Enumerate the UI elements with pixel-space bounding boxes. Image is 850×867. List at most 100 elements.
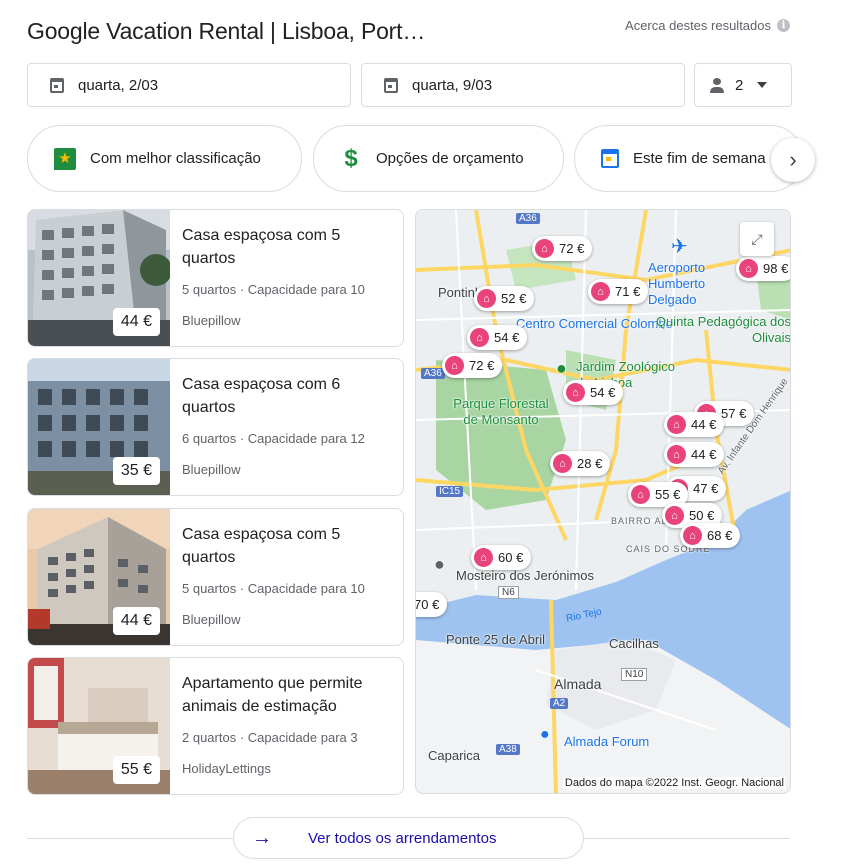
house-icon: ⌂ <box>477 289 496 308</box>
listing-card[interactable]: 35 € Casa espaçosa com 6 quartos 6 quart… <box>27 358 404 496</box>
house-icon: ⌂ <box>631 485 650 504</box>
listing-photo: 44 € <box>28 210 172 346</box>
house-icon: ⌂ <box>470 328 489 347</box>
map-price-pin[interactable]: ⌂ 44 € <box>664 412 725 437</box>
listing-card[interactable]: 44 € Casa espaçosa com 5 quartos 5 quart… <box>27 508 404 646</box>
map-pin-price: 54 € <box>494 330 520 345</box>
map-pin-price: 44 € <box>691 417 717 432</box>
map-label-jeronimos: Mosteiro dos Jerónimos <box>456 568 594 583</box>
calendar-icon <box>50 77 64 93</box>
map-price-pin[interactable]: ⌂ 44 € <box>664 442 725 467</box>
map-price-pin[interactable]: ⌂ 54 € <box>563 380 624 405</box>
map-price-pin[interactable]: ⌂ 71 € <box>588 279 649 304</box>
listing-provider: Bluepillow <box>182 462 241 477</box>
map-label-almada: Almada <box>554 676 602 692</box>
map-pin-price: 72 € <box>559 241 585 256</box>
map-price-pin[interactable]: ⌂ 98 € <box>736 256 790 281</box>
road-shield: A2 <box>550 698 569 709</box>
checkout-date-field[interactable]: quarta, 9/03 <box>361 63 685 107</box>
house-icon: ⌂ <box>566 383 585 402</box>
house-icon: ⌂ <box>445 356 464 375</box>
road-shield: A38 <box>496 744 520 755</box>
guests-dropdown[interactable]: 2 <box>694 63 792 107</box>
chip-label: Com melhor classificação <box>90 150 261 167</box>
map-price-pin[interactable]: ⌂ 54 € <box>467 325 528 350</box>
map-pin-price: 44 € <box>691 447 717 462</box>
map-pin-price: 57 € <box>721 406 747 421</box>
arrow-right-icon: → <box>252 826 272 849</box>
airport-icon: ✈ <box>671 236 688 258</box>
road-shield: N10 <box>621 668 648 681</box>
listing-card[interactable]: 55 € Apartamento que permite animais de … <box>27 657 404 795</box>
map-price-pin[interactable]: ⌂ 72 € <box>442 353 503 378</box>
map-pin-price: 52 € <box>501 291 527 306</box>
map-price-pin[interactable]: ⌂ 28 € <box>550 451 611 476</box>
checkin-date-field[interactable]: quarta, 2/03 <box>27 63 351 107</box>
listing-name[interactable]: Casa espaçosa com 5 quartos <box>182 523 391 569</box>
info-icon[interactable]: i <box>777 19 790 32</box>
checkin-date-value: quarta, 2/03 <box>78 76 159 94</box>
listing-photo: 55 € <box>28 658 170 794</box>
chip-budget[interactable]: $ Opções de orçamento <box>313 125 564 192</box>
about-results-link[interactable]: Acerca destes resultados i <box>625 18 790 33</box>
listing-name[interactable]: Casa espaçosa com 6 quartos <box>182 373 391 419</box>
map-label-quinta: Quinta Pedagógica dos Olivais <box>655 314 791 345</box>
expand-icon: ⤢ <box>751 230 763 247</box>
listing-meta: 6 quartos · Capacidade para 12 <box>182 431 365 446</box>
about-results-label: Acerca destes resultados <box>625 18 771 33</box>
house-icon: ⌂ <box>474 548 493 567</box>
listing-provider: HolidayLettings <box>182 761 271 776</box>
chip-top-rated[interactable]: ★ Com melhor classificação <box>27 125 302 192</box>
map-pin-price: 60 € <box>498 550 524 565</box>
listing-name[interactable]: Apartamento que permite animais de estim… <box>182 672 391 718</box>
expand-map-button[interactable]: ⤢ <box>740 222 774 256</box>
checkout-date-value: quarta, 9/03 <box>412 76 493 94</box>
chip-weekend[interactable]: Este fim de semana <box>574 125 804 192</box>
road-shield: A36 <box>421 368 445 379</box>
flag-star-icon: ★ <box>54 147 76 170</box>
page-title: Google Vacation Rental | Lisboa, Port… <box>27 18 426 44</box>
map-price-pin[interactable]: 70 € <box>415 592 448 617</box>
chevron-right-icon: › <box>789 147 797 172</box>
map-label-monsanto: Parque Florestal de Monsanto <box>453 396 549 427</box>
listing-price: 44 € <box>112 607 160 635</box>
shopping-icon: ● <box>540 726 550 743</box>
see-all-rentals-button[interactable]: → Ver todos os arrendamentos <box>233 817 584 859</box>
rentals-map[interactable]: A36 A36 IC15 N6 N10 A2 A38 ✈ Aeroporto H… <box>415 209 791 794</box>
map-label-colombo: Centro Comercial Colombo <box>516 316 673 331</box>
map-price-pin[interactable]: ⌂ 68 € <box>680 523 741 548</box>
road-shield: IC15 <box>436 486 464 497</box>
map-price-pin[interactable]: ⌂ 72 € <box>532 236 593 261</box>
house-icon: ⌂ <box>667 415 686 434</box>
map-pin-price: 55 € <box>655 487 681 502</box>
map-price-pin[interactable]: ⌂ 52 € <box>474 286 535 311</box>
road-shield: N6 <box>498 586 519 599</box>
house-icon: ⌂ <box>667 445 686 464</box>
map-label-almada-forum: Almada Forum <box>564 734 650 749</box>
listing-price: 35 € <box>112 457 160 485</box>
map-pin-price: 54 € <box>590 385 616 400</box>
house-icon: ⌂ <box>591 282 610 301</box>
chip-label: Este fim de semana <box>633 150 766 167</box>
listing-provider: Bluepillow <box>182 612 241 627</box>
road-shield: A36 <box>516 213 540 224</box>
dollar-icon: $ <box>344 144 358 172</box>
listing-price: 55 € <box>112 756 160 784</box>
listing-card[interactable]: 44 € Casa espaçosa com 5 quartos 5 quart… <box>27 209 404 347</box>
map-pin-price: 71 € <box>615 284 641 299</box>
chips-next-button[interactable]: › <box>771 138 815 182</box>
house-icon: ⌂ <box>553 454 572 473</box>
person-icon <box>709 77 725 93</box>
calendar-icon <box>601 149 619 168</box>
map-price-pin[interactable]: ⌂ 60 € <box>471 545 532 570</box>
map-label-airport: Aeroporto Humberto Delgado <box>648 260 706 307</box>
guests-count: 2 <box>735 76 744 94</box>
listing-photo: 44 € <box>28 509 170 645</box>
map-pin-price: 70 € <box>415 597 440 612</box>
house-icon: ⌂ <box>665 506 684 525</box>
map-pin-price: 47 € <box>693 481 719 496</box>
map-attribution: Dados do mapa ©2022 Inst. Geogr. Naciona… <box>562 777 786 789</box>
listing-photo: 35 € <box>28 359 170 495</box>
place-pin-icon: ● <box>434 554 445 574</box>
listing-name[interactable]: Casa espaçosa com 5 quartos <box>182 224 391 270</box>
